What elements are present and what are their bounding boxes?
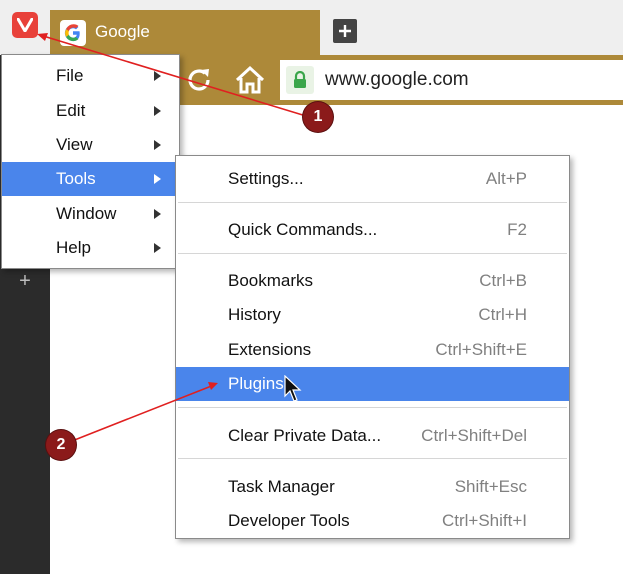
submenu-arrow-icon [154,71,161,81]
menu-item-label: Window [56,204,117,223]
menu-separator [178,202,567,203]
menu-separator [178,407,567,408]
menu-item-quick-commands[interactable]: Quick Commands... F2 [176,213,569,247]
submenu-arrow-icon [154,174,161,184]
menu-item-task-manager[interactable]: Task Manager Shift+Esc [176,470,569,504]
submenu-arrow-icon [154,140,161,150]
menu-item-label: Help [56,238,91,257]
menu-item-label: Clear Private Data... [228,426,382,445]
new-tab-button[interactable] [333,19,357,43]
callout-badge-2: 2 [46,430,76,460]
menu-item-plugins[interactable]: Plugins [176,367,569,401]
menu-item-clear-private-data[interactable]: Clear Private Data... Ctrl+Shift+Del [176,419,569,453]
menu-item-label: Task Manager [228,477,335,496]
menu-item-label: Settings... [228,169,304,188]
menu-item-label: Extensions [228,340,312,359]
menu-item-bookmarks[interactable]: Bookmarks Ctrl+B [176,264,569,298]
tab-title: Google [95,22,150,41]
shortcut-label: Ctrl+B [479,271,527,290]
google-favicon-icon [60,20,86,46]
vivaldi-menu-button[interactable] [12,12,38,38]
menu-item-view[interactable]: View [2,128,179,162]
menu-item-label: Edit [56,101,86,120]
menu-item-settings[interactable]: Settings... Alt+P [176,162,569,196]
plus-icon [339,25,351,37]
menu-item-label: Tools [56,169,96,188]
menu-item-label: Quick Commands... [228,220,378,239]
menu-item-file[interactable]: File [2,59,179,93]
address-field[interactable]: www.google.com [280,60,623,100]
shortcut-label: Shift+Esc [454,477,527,496]
menu-item-tools[interactable]: Tools [2,162,179,196]
add-panel-plus-icon[interactable]: + [16,271,34,291]
menu-item-label: Bookmarks [228,271,314,290]
shortcut-label: Ctrl+Shift+E [435,340,527,359]
menu-item-label: Developer Tools [228,511,350,530]
menu-item-label: File [56,66,84,85]
home-icon[interactable] [233,64,267,96]
menu-separator [178,458,567,459]
submenu-arrow-icon [154,209,161,219]
main-menu: File Edit View Tools Window Help [1,54,180,269]
menu-item-label: Plugins [228,374,284,393]
menu-separator [178,253,567,254]
menu-item-edit[interactable]: Edit [2,94,179,128]
shortcut-label: F2 [507,220,527,239]
menu-item-history[interactable]: History Ctrl+H [176,298,569,332]
callout-badge-1: 1 [303,102,333,132]
submenu-arrow-icon [154,243,161,253]
vivaldi-logo-icon [17,18,33,32]
menu-item-developer-tools[interactable]: Developer Tools Ctrl+Shift+I [176,504,569,538]
menu-item-window[interactable]: Window [2,197,179,231]
reload-icon[interactable] [183,64,215,96]
tab-google[interactable]: Google [50,10,320,55]
menu-item-label: History [228,305,281,324]
url-text: www.google.com [325,69,469,90]
shortcut-label: Ctrl+H [478,305,527,324]
submenu-arrow-icon [154,106,161,116]
lock-icon [286,66,314,94]
menu-item-extensions[interactable]: Extensions Ctrl+Shift+E [176,333,569,367]
tools-submenu: Settings... Alt+P Quick Commands... F2 B… [175,155,570,539]
menu-item-label: View [56,135,93,154]
menu-item-help[interactable]: Help [2,231,179,265]
shortcut-label: Ctrl+Shift+Del [421,426,527,445]
mouse-cursor-icon [284,375,302,402]
shortcut-label: Ctrl+Shift+I [441,511,527,530]
shortcut-label: Alt+P [485,169,527,188]
